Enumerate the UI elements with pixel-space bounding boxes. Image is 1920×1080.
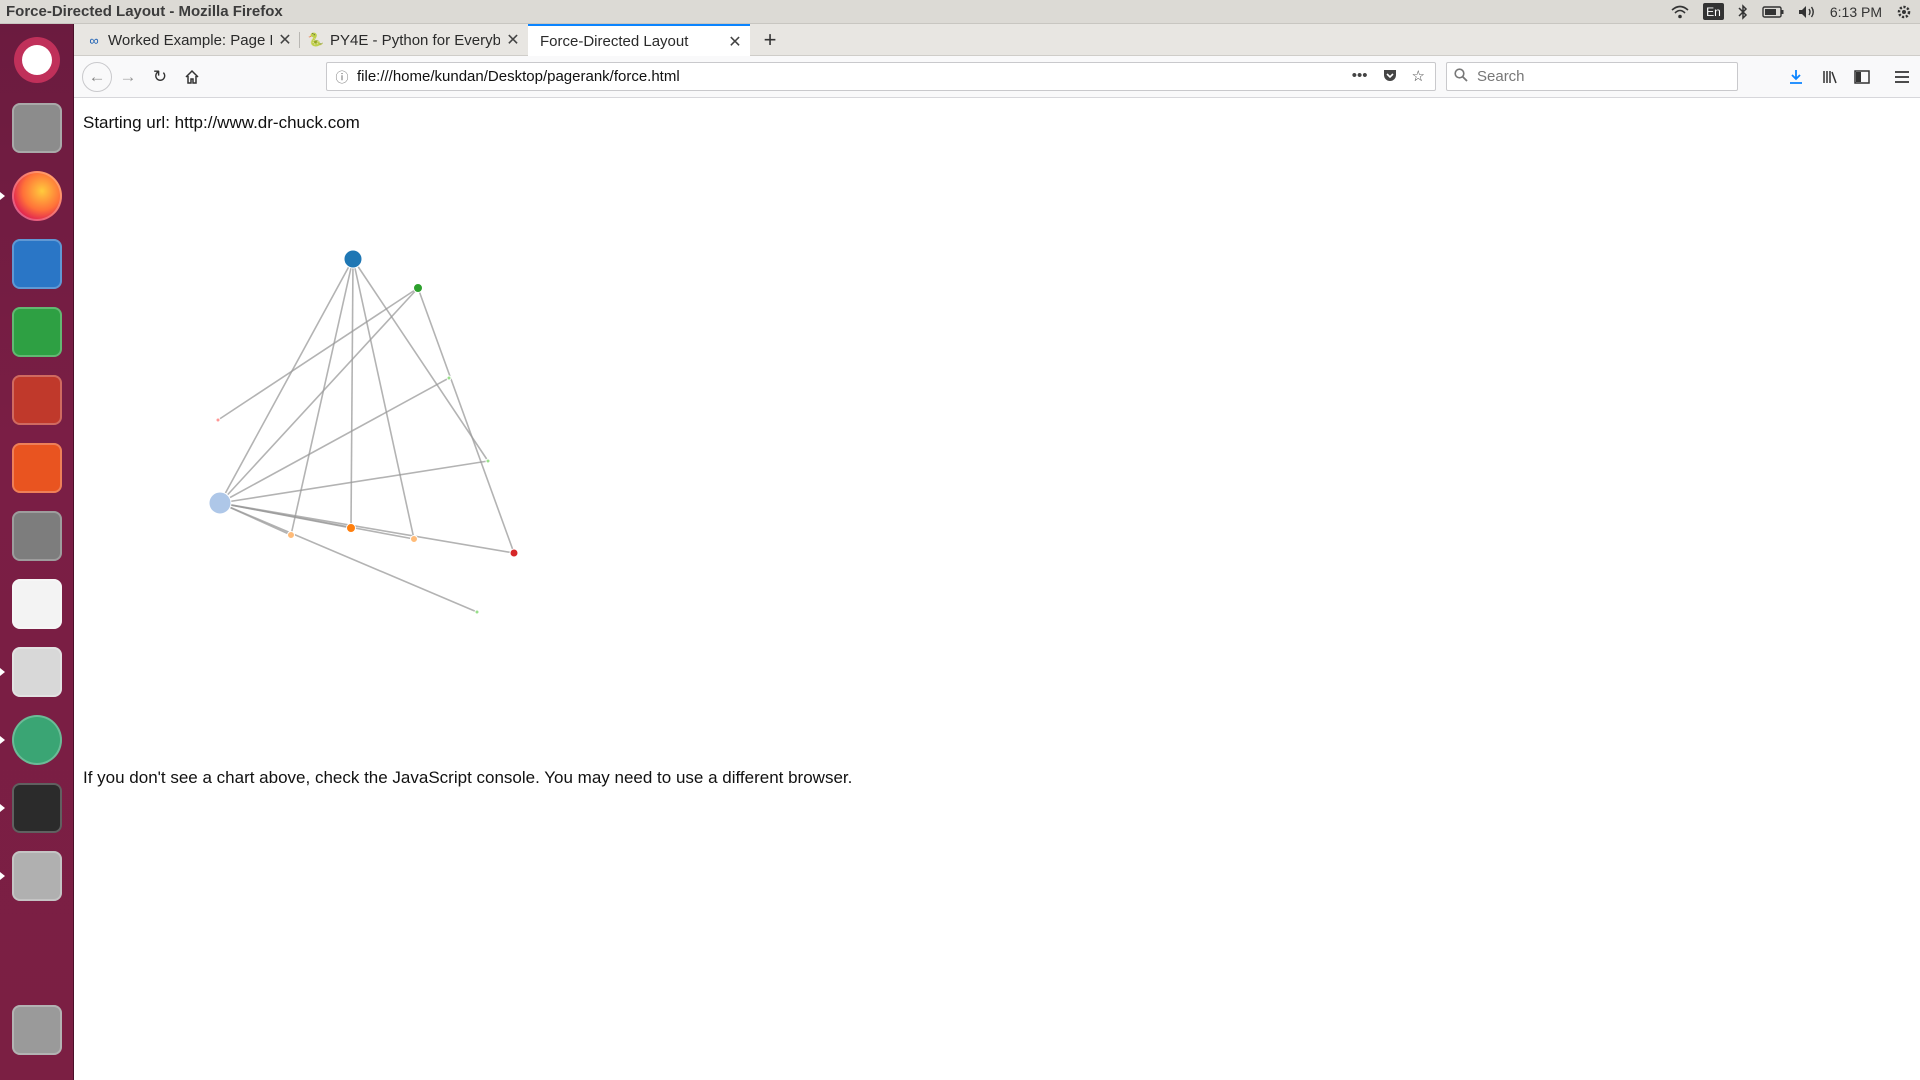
graph-node[interactable] bbox=[208, 491, 232, 515]
library-icon bbox=[1823, 71, 1837, 84]
page-info-icon[interactable]: ⓘ bbox=[327, 67, 357, 86]
graph-node[interactable] bbox=[410, 535, 418, 543]
new-tab-button[interactable]: + bbox=[750, 24, 790, 56]
python-favicon-icon: 🐍 bbox=[307, 32, 325, 47]
navigation-bar: ← → ↻ ⓘ file:///home/kundan/Desktop/page… bbox=[74, 56, 1920, 98]
graph-link bbox=[350, 258, 354, 529]
amazon-icon[interactable] bbox=[7, 574, 67, 634]
wifi-icon[interactable] bbox=[1671, 5, 1689, 19]
hamburger-menu-icon bbox=[1895, 71, 1909, 83]
trash-icon[interactable] bbox=[7, 1000, 67, 1060]
window-title: Force-Directed Layout - Mozilla Firefox bbox=[6, 3, 283, 20]
system-settings-icon[interactable] bbox=[7, 506, 67, 566]
top-panel: Force-Directed Layout - Mozilla Firefox … bbox=[0, 0, 1920, 24]
bookmark-star-icon[interactable]: ☆ bbox=[1412, 67, 1425, 87]
graph-link bbox=[290, 258, 354, 536]
volume-icon[interactable] bbox=[1798, 5, 1816, 19]
graph-link bbox=[219, 502, 515, 554]
url-actions: ••• ☆ bbox=[1352, 67, 1435, 87]
unity-launcher bbox=[0, 24, 74, 1080]
tab-label: Force-Directed Layout bbox=[540, 33, 689, 50]
reload-button[interactable]: ↻ bbox=[148, 65, 172, 89]
graph-link bbox=[352, 258, 415, 540]
sidebar-icon bbox=[1854, 70, 1870, 84]
atom-icon[interactable] bbox=[0, 710, 67, 770]
download-icon bbox=[1790, 70, 1802, 84]
graph-link bbox=[417, 287, 515, 554]
downloads-button[interactable] bbox=[1784, 65, 1808, 89]
tab-force-directed-layout[interactable]: Force-Directed Layout ✕ bbox=[528, 24, 750, 57]
page-actions-menu-icon[interactable]: ••• bbox=[1352, 67, 1368, 87]
close-tab-icon[interactable]: ✕ bbox=[506, 30, 520, 50]
graph-node[interactable] bbox=[446, 375, 452, 381]
tab-worked-example[interactable]: ∞ Worked Example: Page R ✕ bbox=[78, 24, 300, 56]
files-icon[interactable] bbox=[7, 98, 67, 158]
tab-label: Worked Example: Page R bbox=[108, 31, 272, 49]
url-bar[interactable]: ⓘ file:///home/kundan/Desktop/pagerank/f… bbox=[326, 62, 1436, 91]
battery-icon[interactable] bbox=[1762, 5, 1784, 18]
graph-node[interactable] bbox=[485, 458, 491, 464]
graph-node[interactable] bbox=[474, 609, 480, 615]
reload-icon: ↻ bbox=[152, 67, 168, 86]
library-button[interactable] bbox=[1818, 65, 1842, 89]
search-input[interactable] bbox=[1475, 67, 1737, 86]
search-icon bbox=[1447, 68, 1475, 85]
libreoffice-writer-icon[interactable] bbox=[7, 234, 67, 294]
graph-node[interactable] bbox=[343, 249, 363, 269]
libreoffice-impress-icon[interactable] bbox=[7, 370, 67, 430]
firefox-icon[interactable] bbox=[0, 166, 67, 226]
graph-node[interactable] bbox=[287, 531, 295, 539]
panel-indicators: En 6:13 PM bbox=[1671, 3, 1920, 20]
bluetooth-icon[interactable] bbox=[1738, 3, 1748, 20]
close-tab-icon[interactable]: ✕ bbox=[278, 30, 292, 50]
sidebar-button[interactable] bbox=[1850, 65, 1874, 89]
software-center-icon[interactable] bbox=[7, 438, 67, 498]
graph-link bbox=[217, 287, 419, 421]
arrow-left-icon: ← bbox=[88, 67, 106, 86]
text-editor-icon[interactable] bbox=[0, 642, 67, 702]
system-menu-gear-icon[interactable] bbox=[1896, 4, 1912, 20]
back-button[interactable]: ← bbox=[82, 62, 112, 92]
link-favicon-icon: ∞ bbox=[89, 32, 99, 48]
clock[interactable]: 6:13 PM bbox=[1830, 4, 1882, 20]
graph-link bbox=[219, 502, 478, 613]
libreoffice-calc-icon[interactable] bbox=[7, 302, 67, 362]
close-tab-icon[interactable]: ✕ bbox=[728, 32, 742, 52]
graph-node[interactable] bbox=[413, 283, 423, 293]
graph-node[interactable] bbox=[509, 548, 519, 558]
tab-label: PY4E - Python for Everyb bbox=[330, 31, 500, 49]
graph-node[interactable] bbox=[346, 523, 356, 533]
graph-link bbox=[219, 460, 489, 504]
tab-py4e[interactable]: 🐍 PY4E - Python for Everyb ✕ bbox=[300, 24, 528, 56]
home-icon bbox=[185, 69, 199, 84]
plus-icon: + bbox=[763, 27, 777, 52]
starting-url-text: Starting url: http://www.dr-chuck.com bbox=[83, 113, 360, 132]
database-icon[interactable] bbox=[0, 846, 67, 906]
graph-node[interactable] bbox=[215, 417, 221, 423]
language-indicator[interactable]: En bbox=[1703, 3, 1724, 20]
force-directed-graph bbox=[208, 249, 519, 615]
tab-strip: ∞ Worked Example: Page R ✕ 🐍 PY4E - Pyth… bbox=[74, 24, 1920, 57]
page-content: Starting url: http://www.dr-chuck.com If… bbox=[74, 98, 1920, 1080]
terminal-icon[interactable] bbox=[0, 778, 67, 838]
home-button[interactable] bbox=[180, 65, 204, 89]
search-bar[interactable] bbox=[1446, 62, 1738, 91]
menu-button[interactable] bbox=[1890, 65, 1914, 89]
url-text[interactable]: file:///home/kundan/Desktop/pagerank/for… bbox=[357, 68, 1352, 85]
arrow-right-icon: → bbox=[119, 67, 137, 86]
browser-note-text: If you don't see a chart above, check th… bbox=[83, 768, 853, 787]
pocket-icon[interactable] bbox=[1382, 67, 1398, 87]
forward-button[interactable]: → bbox=[116, 65, 140, 89]
ubuntu-dash-icon[interactable] bbox=[7, 30, 67, 90]
